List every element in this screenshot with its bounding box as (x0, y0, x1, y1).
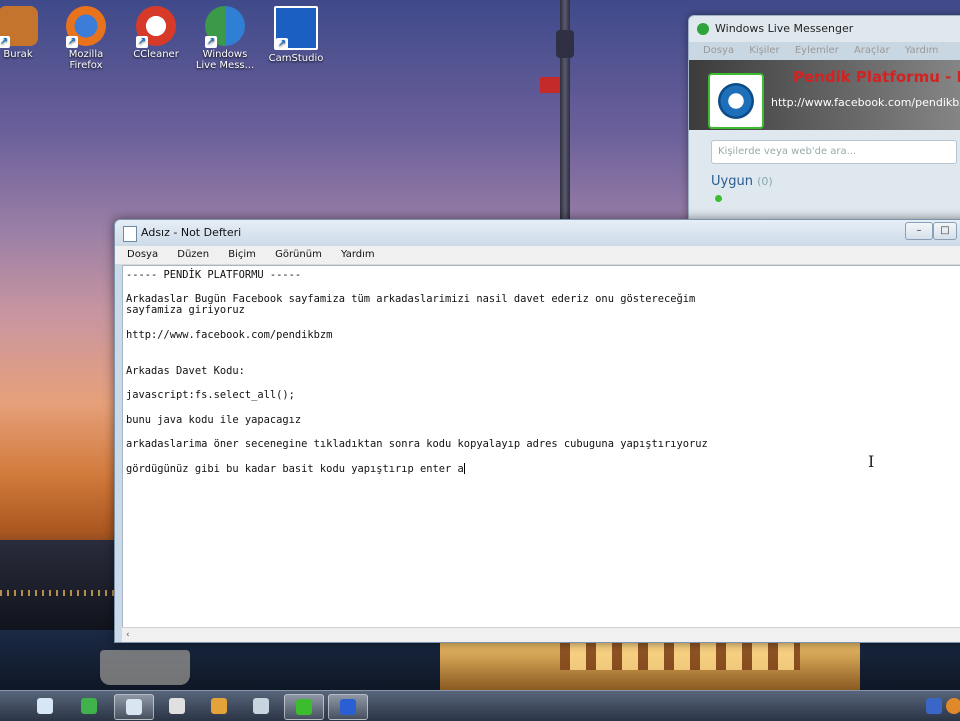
explorer-icon (37, 698, 53, 714)
firefox-icon (66, 6, 106, 48)
desktop-icon-label: Mozilla Firefox (68, 49, 104, 71)
messenger-title: Windows Live Messenger (715, 22, 854, 35)
display-name[interactable]: Pendik Platformu - E (793, 68, 960, 86)
notepad-menu-view[interactable]: Görünüm (275, 249, 322, 260)
camstudio-icon (274, 6, 318, 50)
messenger-menu-file[interactable]: Dosya (703, 45, 734, 56)
taskbar-item-camstudio[interactable] (328, 694, 368, 720)
notepad-menu-help[interactable]: Yardım (341, 249, 375, 260)
ccleaner-icon (136, 6, 176, 48)
text-line: ----- PENDİK PLATFORMU ----- (126, 269, 302, 281)
text-cursor-icon: I (868, 452, 875, 471)
app-icon (211, 698, 227, 714)
camstudio-icon (340, 699, 356, 715)
messenger-menu-tools[interactable]: Araçlar (854, 45, 890, 56)
minimize-button[interactable]: – (905, 222, 933, 240)
desktop-icon-label: CamStudio (268, 53, 324, 64)
taskbar (0, 690, 960, 721)
text-line: Arkadas Davet Kodu: (126, 365, 245, 377)
boat-scenery (100, 650, 190, 685)
notepad-menu-format[interactable]: Biçim (228, 249, 256, 260)
text-line: javascript:fs.select_all(); (126, 389, 295, 401)
online-status-icon (715, 195, 722, 202)
app-icon (169, 698, 185, 714)
notepad-titlebar[interactable]: Adsız - Not Defteri – □ (115, 220, 960, 246)
messenger-profile-banner: Pendik Platformu - E http://www.facebook… (689, 60, 960, 130)
desktop-icon-ccleaner[interactable]: CCleaner (124, 6, 188, 60)
desktop-icon-burak[interactable]: Burak (0, 6, 50, 60)
tray-network-icon[interactable] (926, 698, 942, 714)
messenger-menubar: Dosya Kişiler Eylemler Araçlar Yardım (689, 42, 960, 60)
text-line: gördügünüz gibi bu kadar basit kodu yapı… (126, 463, 464, 475)
taskbar-item-app1[interactable] (158, 694, 196, 718)
group-count: (0) (757, 175, 773, 188)
media-icon (81, 698, 97, 714)
text-line: http://www.facebook.com/pendikbzm (126, 329, 333, 341)
notepad-text-area[interactable]: ----- PENDİK PLATFORMU ----- Arkadaslar … (122, 265, 960, 628)
maiden-tower-scenery (440, 640, 860, 690)
notepad-icon (126, 699, 142, 715)
desktop-icon-label: Burak (3, 49, 33, 60)
desktop-icon-messenger[interactable]: Windows Live Mess... (193, 6, 257, 71)
folder-icon (0, 6, 38, 48)
avatar[interactable] (708, 73, 764, 129)
taskbar-item-app2[interactable] (200, 694, 238, 718)
contact-search-input[interactable]: Kişilerde veya web'de ara... (711, 140, 957, 164)
text-line: arkadaslarima öner secenegine tıkladıkta… (126, 438, 708, 450)
desktop-icon-label: Windows Live Mess... (195, 49, 255, 71)
notepad-menubar: Dosya Düzen Biçim Görünüm Yardım (115, 246, 960, 265)
notepad-menu-file[interactable]: Dosya (127, 249, 158, 260)
tower-top-scenery (556, 30, 574, 58)
notepad-window[interactable]: Adsız - Not Defteri – □ Dosya Düzen Biçi… (114, 219, 960, 643)
notepad-scrollbar[interactable]: ‹ (122, 627, 960, 642)
text-line: sayfamiza giriyoruz (126, 304, 245, 316)
notepad-icon (123, 226, 137, 242)
taskbar-item-notepad[interactable] (114, 694, 154, 720)
city-scenery (0, 540, 115, 630)
desktop-icon-firefox[interactable]: Mozilla Firefox (54, 6, 118, 71)
notepad-menu-edit[interactable]: Düzen (177, 249, 209, 260)
group-name: Uygun (711, 174, 753, 189)
personal-message[interactable]: http://www.facebook.com/pendikbzm (771, 96, 960, 109)
messenger-icon (697, 23, 709, 35)
messenger-menu-help[interactable]: Yardım (905, 45, 939, 56)
desktop-icon-label: CCleaner (133, 49, 179, 60)
text-line: bunu java kodu ile yapacagız (126, 414, 302, 426)
text-caret (463, 463, 465, 474)
taskbar-item-app3[interactable] (242, 694, 280, 718)
flag-scenery (540, 77, 560, 93)
messenger-menu-contacts[interactable]: Kişiler (749, 45, 779, 56)
taskbar-item-messenger[interactable] (284, 694, 324, 720)
messenger-buddies-icon (205, 6, 245, 48)
desktop-icon-camstudio[interactable]: CamStudio (264, 6, 328, 64)
messenger-icon (296, 699, 312, 715)
tray-app-icon[interactable] (946, 698, 960, 714)
messenger-menu-actions[interactable]: Eylemler (795, 45, 839, 56)
text-line-current: gördügünüz gibi bu kadar basit kodu yapı… (126, 463, 465, 475)
contact-group-available[interactable]: Uygun (0) (689, 174, 960, 189)
taskbar-item-media[interactable] (70, 694, 108, 718)
taskbar-item-explorer[interactable] (26, 694, 64, 718)
messenger-titlebar[interactable]: Windows Live Messenger (689, 16, 960, 42)
maximize-button[interactable]: □ (933, 222, 957, 240)
app-icon (253, 698, 269, 714)
notepad-title: Adsız - Not Defteri (141, 226, 242, 239)
messenger-window[interactable]: Windows Live Messenger Dosya Kişiler Eyl… (688, 15, 960, 227)
